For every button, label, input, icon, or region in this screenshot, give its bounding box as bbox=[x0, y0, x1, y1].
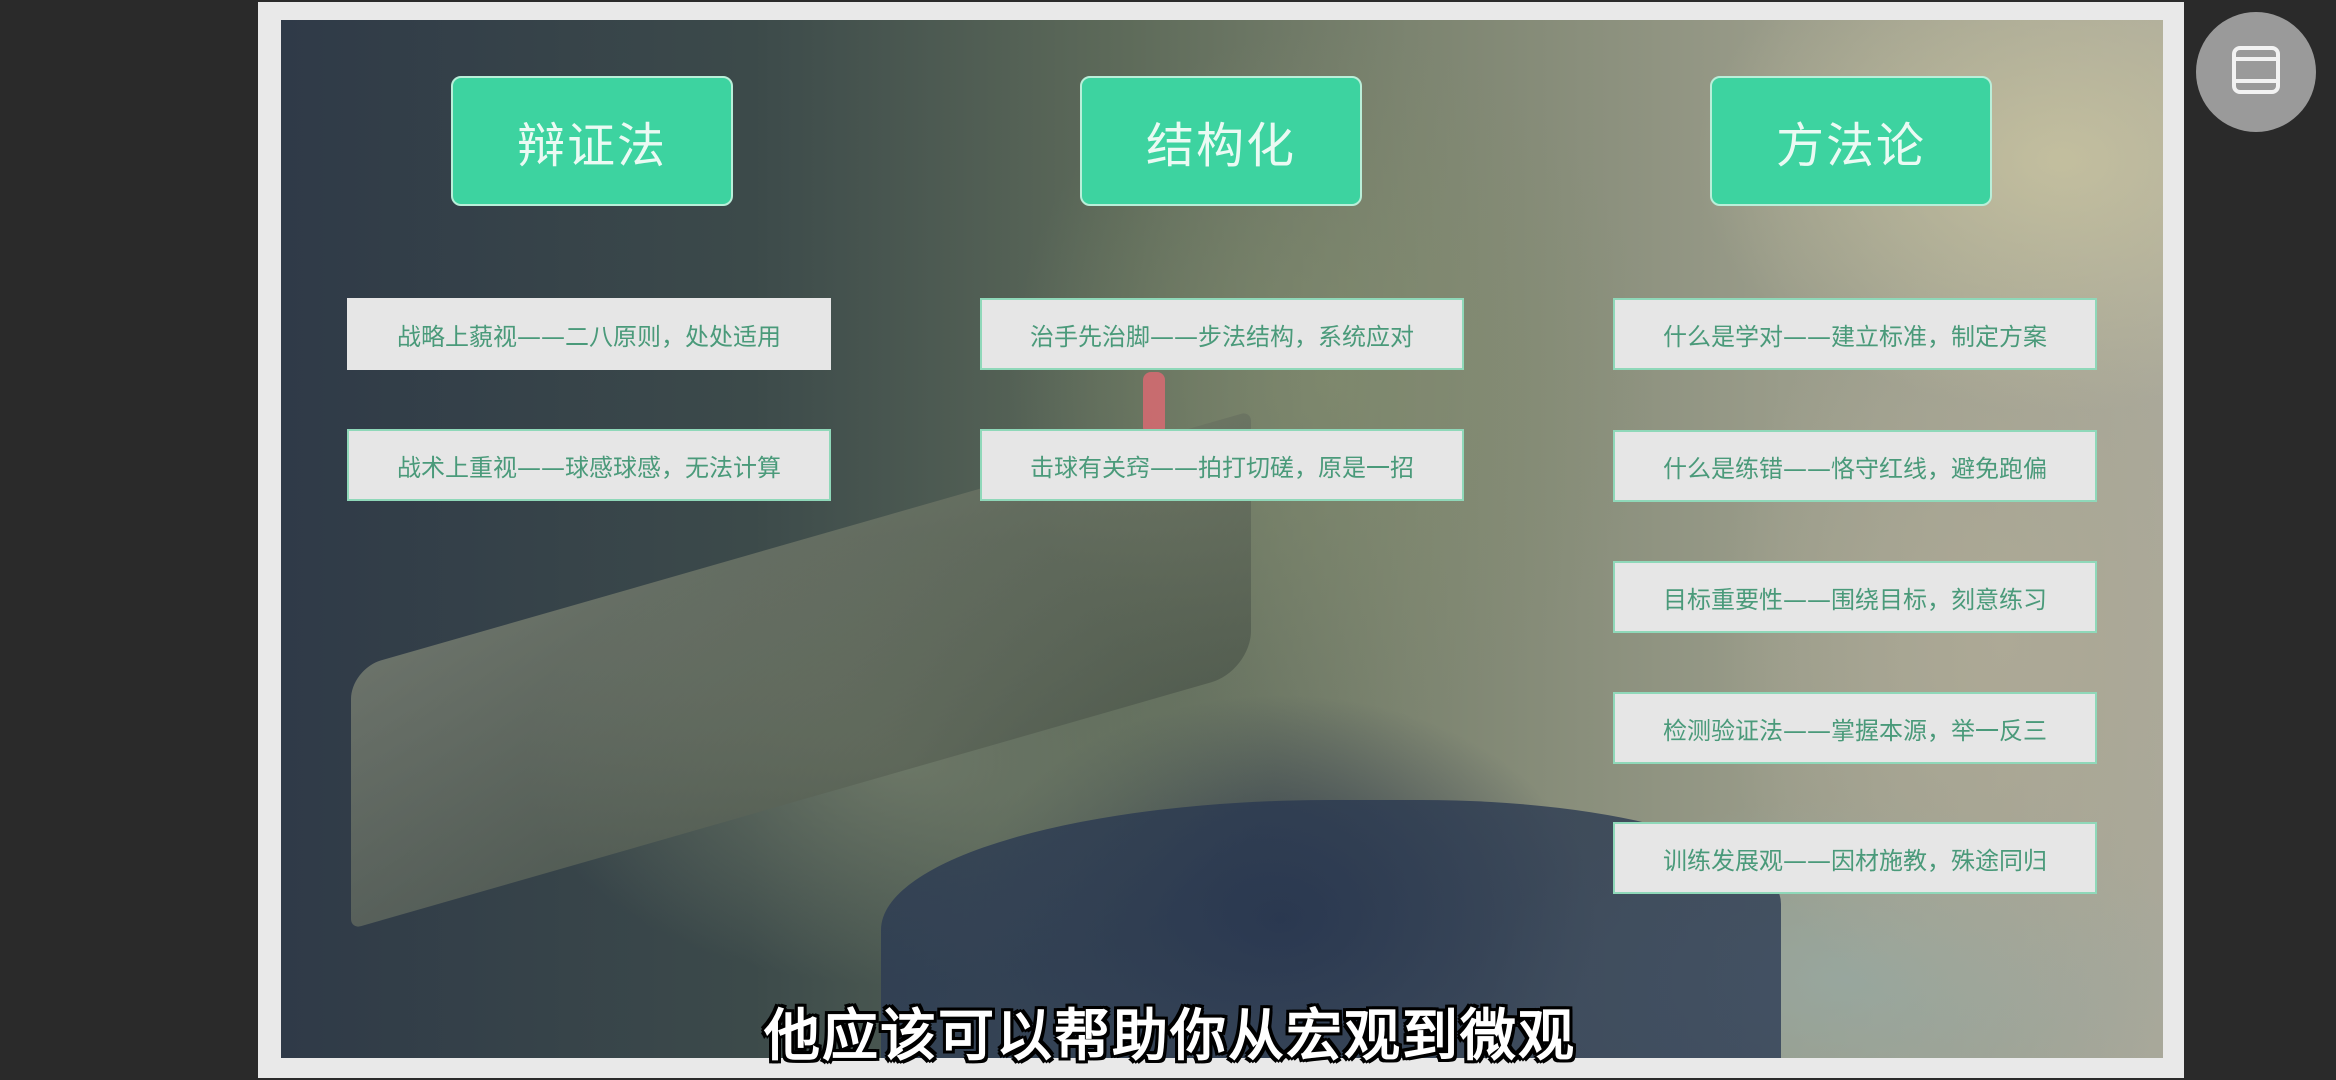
floating-window-button[interactable] bbox=[2196, 12, 2316, 132]
person-figure bbox=[1143, 372, 1165, 430]
item-box: 什么是学对——建立标准，制定方案 bbox=[1613, 298, 2097, 370]
header-methodology: 方法论 bbox=[1710, 76, 1992, 206]
header-dialectics: 辩证法 bbox=[451, 76, 733, 206]
header-structure: 结构化 bbox=[1080, 76, 1362, 206]
left-letterbox bbox=[0, 0, 258, 1080]
right-letterbox bbox=[2184, 0, 2336, 1080]
item-box: 什么是练错——恪守红线，避免跑偏 bbox=[1613, 430, 2097, 502]
item-box: 训练发展观——因材施教，殊途同归 bbox=[1613, 822, 2097, 894]
item-box: 检测验证法——掌握本源，举一反三 bbox=[1613, 692, 2097, 764]
window-layout-icon bbox=[2228, 42, 2284, 102]
item-box: 目标重要性——围绕目标，刻意练习 bbox=[1613, 561, 2097, 633]
item-box: 战术上重视——球感球感，无法计算 bbox=[347, 429, 831, 501]
item-box: 战略上藐视——二八原则，处处适用 bbox=[347, 298, 831, 370]
video-subtitle: 他应该可以帮助你从宏观到微观 bbox=[764, 1003, 1576, 1069]
item-box: 击球有关窍——拍打切磋，原是一招 bbox=[980, 429, 1464, 501]
item-box: 治手先治脚——步法结构，系统应对 bbox=[980, 298, 1464, 370]
